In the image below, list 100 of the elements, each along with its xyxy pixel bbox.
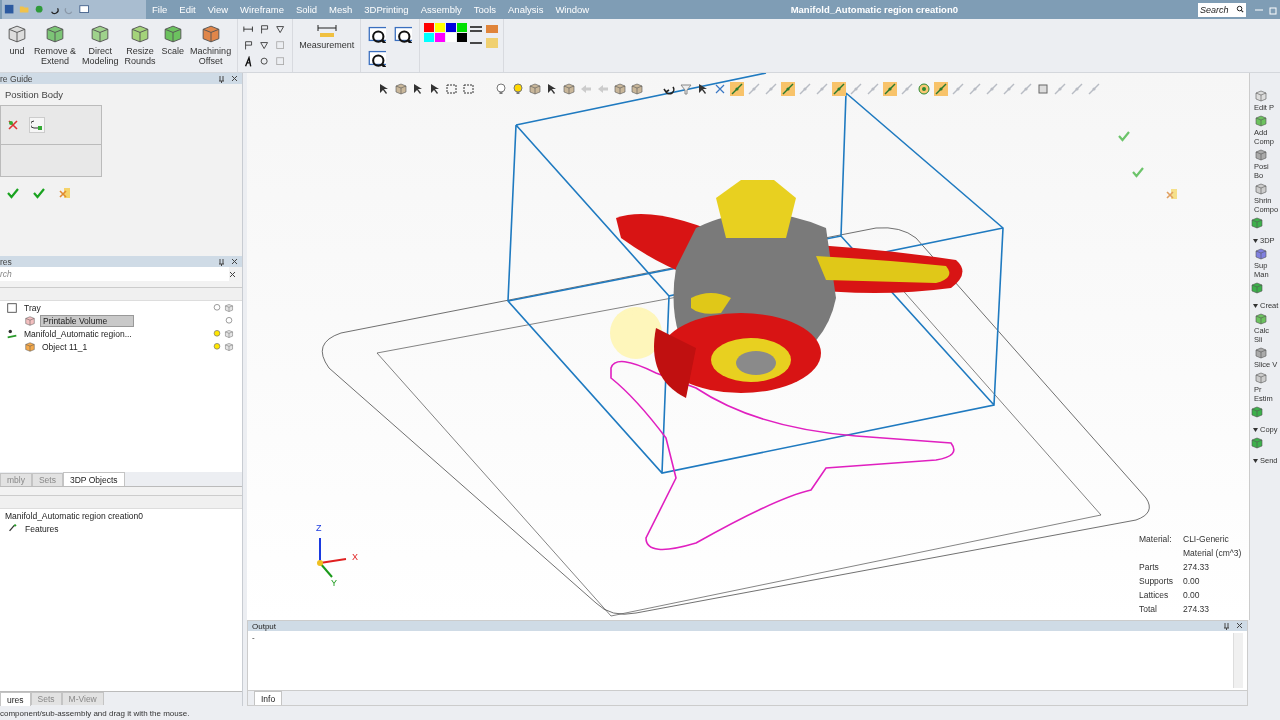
- assembly-icon: [6, 327, 18, 340]
- info-label: Material:: [1139, 534, 1173, 544]
- bulb-icon: [212, 328, 222, 339]
- line-tool-icon: [730, 82, 744, 96]
- ribbon-button[interactable]: Direct Modeling: [80, 23, 121, 66]
- tree-item[interactable]: Manifold_Automatic region creation0: [3, 510, 145, 521]
- info-value: CLI-Generic: [1183, 534, 1230, 544]
- cube-icon: [161, 23, 184, 45]
- scrollbar[interactable]: [1233, 633, 1243, 688]
- window-title: Manifold_Automatic region creation0: [790, 4, 958, 15]
- cube-icon: [394, 82, 408, 96]
- arrow-icon: [596, 82, 610, 96]
- search-field[interactable]: Search: [1198, 2, 1236, 17]
- line-tool-icon: [1002, 82, 1016, 96]
- search-field[interactable]: rch: [0, 267, 229, 281]
- cube-icon: [89, 23, 112, 45]
- info-label: Supports: [1139, 576, 1175, 586]
- search-icon: [1236, 2, 1246, 17]
- ribbon-button[interactable]: und: [4, 23, 30, 57]
- cube-icon: [224, 341, 234, 352]
- close-icon: [231, 257, 238, 265]
- cube-icon: [1254, 346, 1268, 360]
- color-swatch[interactable]: [435, 33, 446, 42]
- cube-icon: [1254, 114, 1268, 128]
- caret-icon: [1253, 303, 1258, 308]
- axis-label: Z: [316, 523, 322, 533]
- close-icon: [1236, 622, 1243, 629]
- circle-target-icon: [917, 82, 931, 96]
- color-swatch[interactable]: [435, 23, 446, 32]
- bulb-icon: [511, 82, 525, 96]
- arrow-icon: [579, 82, 593, 96]
- status-text: component/sub-assembly and drag it with the mouse.: [0, 708, 190, 718]
- info-label: Parts: [1139, 562, 1160, 572]
- tree-item[interactable]: Manifold_Automatic region...: [22, 328, 134, 339]
- line-tool-icon: [781, 82, 795, 96]
- line-tool-icon: [849, 82, 863, 96]
- cube-icon: [224, 328, 234, 339]
- info-value: Material (cm^3): [1183, 548, 1243, 558]
- line-tool-icon: [832, 82, 846, 96]
- cube-icon: [1254, 148, 1268, 162]
- cube-icon: [199, 23, 222, 45]
- viewport[interactable]: Z X Y Material: CLI-Generic Material (cm^3) Parts 274.33 Supports 0.00 Lattices 0.00 Total 274.33: [247, 73, 1249, 620]
- select-box-icon: [445, 82, 459, 96]
- position-icon[interactable]: [29, 117, 45, 133]
- line-tool-icon: [764, 82, 778, 96]
- panel-title: re Guide: [0, 73, 33, 84]
- tree-item[interactable]: Printable Volume: [40, 314, 134, 327]
- line-tool-icon: [883, 82, 897, 96]
- cube-icon: [630, 82, 644, 96]
- line-tool-icon: [1053, 82, 1067, 96]
- cube-icon: [129, 23, 152, 45]
- color-swatch[interactable]: [446, 23, 457, 32]
- ok-icon: [6, 186, 20, 200]
- output-line: -: [252, 633, 255, 642]
- step-title: Position Body: [4, 88, 65, 102]
- tray-icon: [6, 301, 18, 314]
- ribbon-button[interactable]: Resize Rounds: [122, 23, 158, 66]
- apply-icon: [1131, 165, 1145, 179]
- zoom-icon: [394, 25, 413, 43]
- color-swatch[interactable]: [457, 33, 468, 42]
- color-swatch[interactable]: [424, 33, 435, 42]
- line-tool-icon: [968, 82, 982, 96]
- funnel-icon: [679, 82, 693, 96]
- line-tool-icon: [815, 82, 829, 96]
- line-tool-icon: [1019, 82, 1033, 96]
- line-tool-icon: [934, 82, 948, 96]
- line-tool-icon: [798, 82, 812, 96]
- ribbon-button[interactable]: Remove & Extend: [32, 23, 79, 66]
- ribbon-button[interactable]: Scale: [159, 23, 187, 57]
- info-value: 0.00: [1183, 576, 1201, 586]
- color-swatch[interactable]: [446, 33, 457, 42]
- bulb-icon: [494, 82, 508, 96]
- ruler-icon: [315, 23, 338, 39]
- bulb-icon: [224, 315, 234, 326]
- zoom-icon: [368, 25, 387, 43]
- cancel-icon: [58, 186, 72, 200]
- restore-icon[interactable]: [1269, 4, 1277, 15]
- panel-title: Output: [252, 621, 276, 631]
- cube-icon: [24, 340, 36, 353]
- color-swatch[interactable]: [424, 23, 435, 32]
- info-value: 274.33: [1183, 562, 1210, 572]
- tree-item[interactable]: Features: [23, 523, 61, 534]
- tree-item[interactable]: Tray: [22, 302, 43, 313]
- measurement-button[interactable]: Measurement: [297, 23, 357, 51]
- tab[interactable]: Info: [254, 691, 283, 705]
- ok-icon: [1117, 129, 1131, 143]
- wand-icon: [8, 523, 19, 534]
- axis-label: Y: [331, 578, 337, 588]
- ribbon-button[interactable]: Machining Offset: [188, 23, 234, 66]
- tab[interactable]: ures: [0, 692, 31, 706]
- tree-item[interactable]: Object 11_1: [40, 341, 90, 352]
- window-icon: [79, 3, 91, 16]
- square-icon: [1036, 82, 1050, 96]
- cube-icon: [613, 82, 627, 96]
- tab[interactable]: 3DP Objects: [62, 472, 125, 486]
- caret-icon: [1253, 238, 1258, 243]
- info-value: 274.33: [1183, 604, 1210, 614]
- cube-icon: [1254, 312, 1268, 326]
- color-swatch[interactable]: [457, 23, 468, 32]
- line-tool-icon: [747, 82, 761, 96]
